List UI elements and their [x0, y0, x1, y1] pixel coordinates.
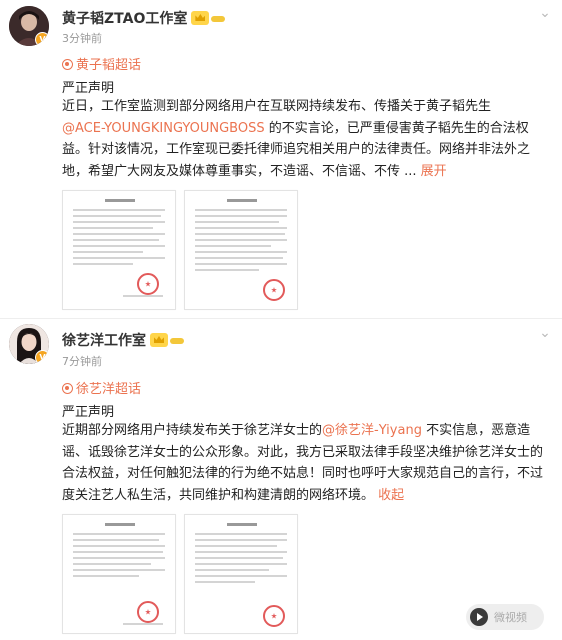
- document-line: [73, 245, 165, 247]
- legal-document-image-2[interactable]: [184, 514, 298, 634]
- red-seal-stamp: [263, 279, 285, 301]
- document-title: [105, 199, 135, 202]
- chevron-down-icon[interactable]: ⌄: [538, 326, 552, 342]
- statement-heading: 严正声明: [62, 81, 115, 96]
- document-line: [195, 575, 287, 577]
- document-line: [73, 251, 143, 253]
- document-line: [73, 221, 165, 223]
- document-line: [195, 221, 279, 223]
- vip-level-icon: [211, 16, 226, 22]
- document-line: [195, 209, 287, 211]
- document-line: [73, 557, 165, 559]
- document-line: [73, 209, 165, 211]
- document-line: [195, 257, 283, 259]
- video-button[interactable]: 微视频: [466, 604, 544, 630]
- document-line: [195, 563, 287, 565]
- video-button-label: 微视频: [494, 611, 527, 624]
- avatar[interactable]: V: [9, 324, 49, 364]
- mention-link[interactable]: @ACE-YOUNGKINGYOUNGBOSS: [62, 121, 265, 136]
- super-topic-link[interactable]: 徐艺洋超话: [62, 378, 141, 397]
- red-seal-stamp: [137, 273, 159, 295]
- document-line: [195, 569, 269, 571]
- document-line: [73, 533, 165, 535]
- document-line: [195, 227, 287, 229]
- document-line: [195, 581, 255, 583]
- vip-crown-icon: [191, 11, 210, 25]
- document-line: [195, 263, 287, 265]
- post-time: 3分钟前: [62, 32, 102, 45]
- document-line: [195, 233, 285, 235]
- legal-document-image-1[interactable]: [62, 514, 176, 634]
- post-body-text: 近日，工作室监测到部分网络用户在互联网持续发布、传播关于黄子韬先生: [62, 99, 492, 114]
- vip-crown-icon: [150, 333, 168, 347]
- document-line: [195, 215, 287, 217]
- verified-badge-icon: V: [35, 350, 49, 364]
- post-body-text: 近期部分网络用户持续发布关于徐艺洋女士的: [62, 423, 323, 438]
- super-topic-link[interactable]: 黄子韬超话: [62, 54, 141, 73]
- document-line: [73, 215, 161, 217]
- author-name[interactable]: 徐艺洋工作室: [62, 330, 184, 350]
- chevron-down-icon[interactable]: ⌄: [538, 6, 552, 22]
- document-line: [195, 251, 287, 253]
- document-line: [73, 233, 165, 235]
- document-line: [73, 569, 165, 571]
- play-icon: [470, 608, 488, 626]
- weibo-post: V 徐艺洋工作室 7分钟前 ⌄ 徐艺洋超话 严正声明 近期部分网络用户持续发布关…: [0, 318, 562, 640]
- legal-document-image-2[interactable]: [184, 190, 298, 310]
- document-line: [73, 263, 133, 265]
- document-line: [195, 533, 287, 535]
- document-line: [195, 551, 287, 553]
- document-line: [73, 257, 165, 259]
- post-body: 近期部分网络用户持续发布关于徐艺洋女士的@徐艺洋-Yiyang 不实信息，恶意造…: [62, 420, 550, 506]
- super-topic-icon: [62, 383, 73, 394]
- author-name-text[interactable]: 黄子韬ZTAO工作室: [62, 11, 187, 27]
- document-line: [73, 539, 159, 541]
- document-line: [195, 557, 283, 559]
- expand-link[interactable]: 展开: [421, 164, 447, 179]
- super-topic-label[interactable]: 徐艺洋超话: [76, 382, 141, 397]
- author-name-text[interactable]: 徐艺洋工作室: [62, 333, 146, 349]
- legal-document-image-1[interactable]: [62, 190, 176, 310]
- mention-link[interactable]: @徐艺洋-Yiyang: [322, 423, 422, 438]
- vip-level-icon: [170, 338, 184, 344]
- document-line: [73, 227, 153, 229]
- post-body: 近日，工作室监测到部分网络用户在互联网持续发布、传播关于黄子韬先生 @ACE-Y…: [62, 96, 550, 182]
- document-line: [73, 239, 159, 241]
- document-line: [195, 545, 277, 547]
- document-line: [195, 539, 287, 541]
- document-line: [195, 269, 259, 271]
- avatar[interactable]: V: [9, 6, 49, 46]
- document-line: [73, 545, 165, 547]
- document-line: [195, 239, 287, 241]
- document-title: [227, 199, 257, 202]
- document-line: [195, 245, 271, 247]
- red-seal-stamp: [137, 601, 159, 623]
- document-title: [105, 523, 135, 526]
- document-line: [123, 623, 163, 625]
- verified-badge-icon: V: [35, 32, 49, 46]
- document-title: [227, 523, 257, 526]
- document-line: [73, 551, 163, 553]
- document-line: [123, 295, 163, 297]
- super-topic-label[interactable]: 黄子韬超话: [76, 58, 141, 73]
- collapse-link[interactable]: 收起: [378, 488, 404, 503]
- statement-heading: 严正声明: [62, 405, 115, 420]
- document-line: [73, 575, 139, 577]
- author-name[interactable]: 黄子韬ZTAO工作室: [62, 8, 226, 28]
- weibo-post: V 黄子韬ZTAO工作室 3分钟前 ⌄ 黄子韬超话 严正声明 近日，工作室监测到…: [0, 0, 562, 318]
- red-seal-stamp: [263, 605, 285, 627]
- post-time: 7分钟前: [62, 355, 102, 368]
- document-line: [73, 563, 151, 565]
- super-topic-icon: [62, 59, 73, 70]
